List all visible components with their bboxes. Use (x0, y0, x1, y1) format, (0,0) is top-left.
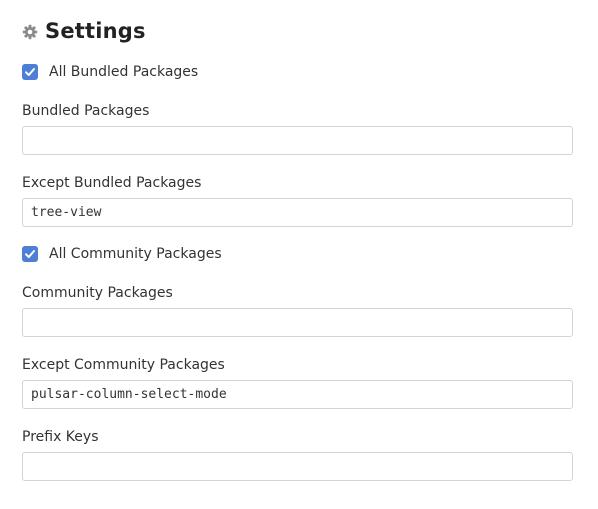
except-bundled-packages-label: Except Bundled Packages (22, 175, 202, 191)
prefix-keys-input[interactable] (22, 452, 573, 481)
except-community-packages-input[interactable] (22, 380, 573, 409)
all-community-packages-checkbox[interactable] (22, 246, 38, 262)
except-community-packages-label: Except Community Packages (22, 357, 225, 373)
all-bundled-packages-label: All Bundled Packages (49, 64, 199, 80)
all-community-packages-label: All Community Packages (49, 246, 222, 262)
checkmark-icon (25, 250, 35, 258)
prefix-keys-label: Prefix Keys (22, 429, 99, 445)
all-community-packages-option[interactable]: All Community Packages (22, 244, 222, 264)
community-packages-label: Community Packages (22, 285, 173, 301)
bundled-packages-input[interactable] (22, 126, 573, 155)
page-title: Settings (45, 19, 146, 43)
all-bundled-packages-checkbox[interactable] (22, 64, 38, 80)
checkmark-icon (25, 68, 35, 76)
bundled-packages-label: Bundled Packages (22, 103, 150, 119)
all-bundled-packages-option[interactable]: All Bundled Packages (22, 62, 198, 82)
community-packages-input[interactable] (22, 308, 573, 337)
settings-header: Settings (22, 16, 146, 46)
gear-icon (22, 24, 38, 40)
except-bundled-packages-input[interactable] (22, 198, 573, 227)
